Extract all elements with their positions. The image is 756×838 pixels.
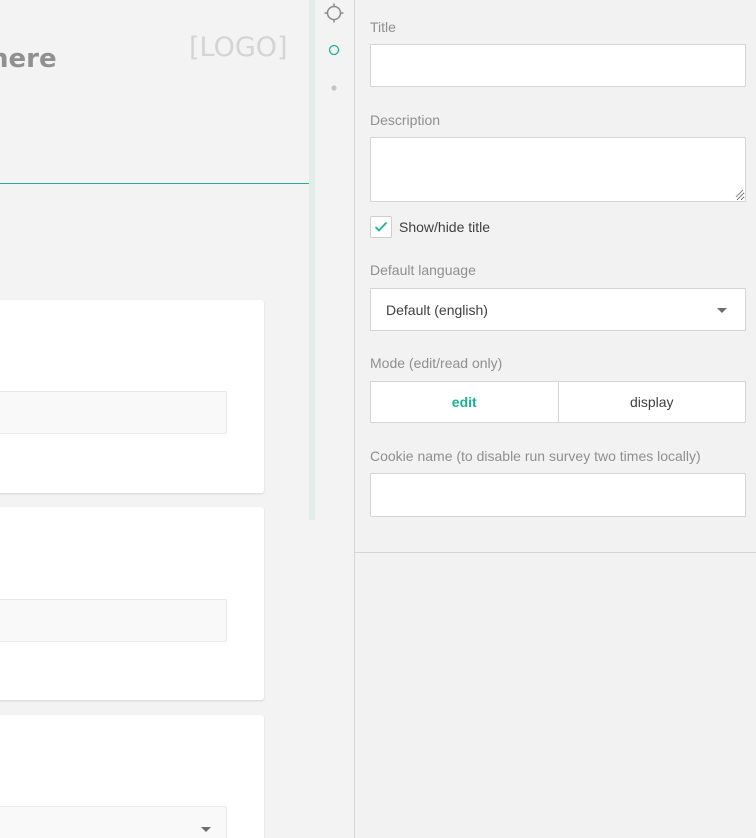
dot-icon[interactable]	[331, 78, 337, 96]
question-card[interactable]	[0, 507, 264, 700]
mode-display-button[interactable]: display	[557, 382, 746, 422]
default-language-select[interactable]: Default (english)	[370, 288, 746, 331]
description-textarea[interactable]	[370, 137, 746, 202]
default-language-label: Default language	[370, 262, 476, 278]
dropdown-arrow-icon	[201, 827, 211, 832]
survey-header: here [LOGO]	[0, 0, 310, 184]
survey-properties: Title Description Show/hide title Defaul…	[355, 0, 756, 553]
crosshair-icon[interactable]	[324, 3, 344, 28]
survey-title[interactable]: here	[0, 44, 57, 74]
question-text-input[interactable]	[0, 391, 227, 434]
title-input[interactable]	[370, 44, 746, 87]
show-title-checkbox[interactable]	[370, 216, 392, 238]
show-title-label[interactable]: Show/hide title	[399, 219, 490, 235]
dropdown-arrow-icon	[717, 308, 727, 313]
title-label: Title	[370, 19, 396, 35]
question-card[interactable]	[0, 300, 264, 493]
properties-panel: Title Description Show/hide title Defaul…	[354, 0, 756, 838]
cookie-name-input[interactable]	[370, 473, 746, 517]
question-text-input[interactable]	[0, 599, 227, 642]
question-card[interactable]	[0, 715, 264, 838]
mode-toggle: edit display	[370, 381, 746, 423]
survey-canvas: here [LOGO]	[0, 0, 310, 838]
checkmark-icon	[374, 221, 388, 232]
mode-edit-button[interactable]: edit	[371, 382, 558, 422]
question-dropdown[interactable]	[0, 806, 227, 838]
circle-outline-icon[interactable]	[328, 43, 340, 61]
description-label: Description	[370, 112, 441, 128]
cookie-name-label: Cookie name (to disable run survey two t…	[370, 448, 701, 464]
mode-label: Mode (edit/read only)	[370, 355, 503, 371]
toolbox-strip	[315, 0, 354, 838]
default-language-value: Default (english)	[386, 302, 488, 318]
survey-logo-placeholder[interactable]: [LOGO]	[189, 32, 288, 63]
